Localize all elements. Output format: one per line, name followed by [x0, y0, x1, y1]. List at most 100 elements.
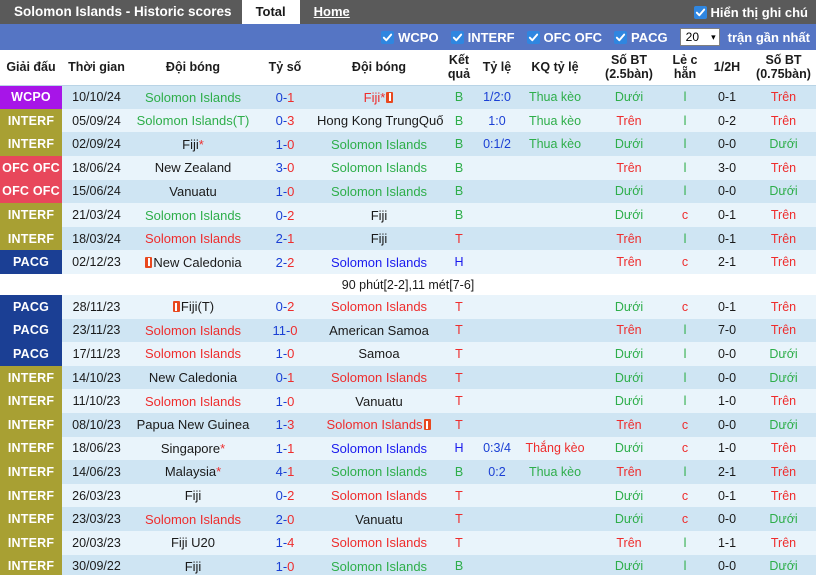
ofc-checkbox[interactable]	[526, 30, 540, 44]
league-badge[interactable]: INTERF	[0, 132, 62, 157]
filter-wcpo[interactable]: WCPO	[381, 30, 439, 45]
away-team[interactable]: Fiji	[315, 226, 443, 251]
league-badge[interactable]: INTERF	[0, 507, 62, 531]
away-team[interactable]: Solomon Islands	[315, 179, 443, 204]
table-row[interactable]: PACG 17/11/23 Solomon Islands 1-0 Samoa T Dưới…	[0, 342, 816, 366]
table-row[interactable]: INTERF 18/03/24 Solomon Islands 2-1 Fiji T Trê…	[0, 226, 816, 251]
away-team[interactable]: Solomon Islands	[315, 436, 443, 461]
league-badge[interactable]: INTERF	[0, 530, 62, 555]
table-row[interactable]: INTERF 20/03/23 Fiji U20 1-4 Solomon Islands…	[0, 530, 816, 555]
table-row[interactable]: INTERF 23/03/23 Solomon Islands 2-0 Vanuatu T…	[0, 507, 816, 531]
home-team[interactable]: Solomon Islands(T)	[131, 108, 255, 133]
home-team[interactable]: Solomon Islands	[131, 85, 255, 109]
league-badge[interactable]: INTERF	[0, 108, 62, 133]
table-row[interactable]: INTERF 11/10/23 Solomon Islands 1-0 Vanuatu T…	[0, 389, 816, 413]
filter-pacg[interactable]: PACG	[614, 30, 668, 45]
away-team[interactable]: Solomon Islands	[315, 412, 443, 437]
away-team[interactable]: American Samoa	[315, 318, 443, 343]
home-team[interactable]: Vanuatu	[131, 179, 255, 204]
table-row[interactable]: OFC OFC 15/06/24 Vanuatu 1-0 Solomon Islands…	[0, 179, 816, 204]
league-badge[interactable]: WCPO	[0, 85, 62, 109]
pacg-checkbox[interactable]	[614, 30, 628, 44]
table-row[interactable]: INTERF 14/06/23 Malaysia* 4-1 Solomon Island…	[0, 460, 816, 484]
away-team[interactable]: Solomon Islands	[315, 132, 443, 157]
col-away-team[interactable]: Đội bóng	[315, 50, 443, 86]
table-row[interactable]: INTERF 21/03/24 Solomon Islands 0-2 Fiji B Dướ…	[0, 203, 816, 227]
league-badge[interactable]: INTERF	[0, 460, 62, 484]
home-team[interactable]: Fiji*	[131, 132, 255, 157]
away-team[interactable]: Solomon Islands	[315, 530, 443, 555]
away-team[interactable]: Solomon Islands	[315, 156, 443, 180]
table-row[interactable]: INTERF 02/09/24 Fiji* 1-0 Solomon Islands B 0:…	[0, 132, 816, 157]
match-count-select[interactable]: 20 ▾	[679, 28, 720, 46]
filter-interf[interactable]: INTERF	[450, 30, 515, 45]
home-team[interactable]: Solomon Islands	[131, 203, 255, 227]
league-badge[interactable]: INTERF	[0, 226, 62, 251]
league-badge[interactable]: PACG	[0, 295, 62, 319]
away-team[interactable]: Solomon Islands	[315, 250, 443, 274]
col-result[interactable]: Kết quả	[443, 50, 475, 86]
col-home-team[interactable]: Đội bóng	[131, 50, 255, 86]
home-team[interactable]: Solomon Islands	[131, 342, 255, 366]
home-team[interactable]: New Zealand	[131, 156, 255, 180]
home-team[interactable]: Malaysia*	[131, 460, 255, 484]
table-row[interactable]: INTERF 08/10/23 Papua New Guinea 1-3 Solomon…	[0, 412, 816, 437]
wcpo-checkbox[interactable]	[381, 30, 395, 44]
away-team[interactable]: Fiji*	[315, 85, 443, 109]
league-badge[interactable]: INTERF	[0, 365, 62, 390]
league-badge[interactable]: INTERF	[0, 554, 62, 575]
col-handicap-result[interactable]: KQ tỷ lệ	[519, 50, 591, 86]
col-odd-even[interactable]: Lẻ c hẵn	[667, 50, 703, 86]
show-notes-checkbox[interactable]	[693, 5, 707, 19]
col-ou-25[interactable]: Số BT (2.5bàn)	[591, 50, 667, 86]
home-team[interactable]: Fiji	[131, 554, 255, 575]
league-badge[interactable]: PACG	[0, 318, 62, 343]
league-badge[interactable]: PACG	[0, 250, 62, 274]
table-row[interactable]: PACG 28/11/23 Fiji(T) 0-2 Solomon Islands T Dư…	[0, 295, 816, 319]
home-team[interactable]: New Caledonia	[131, 250, 255, 274]
col-ou-075[interactable]: Số BT (0.75bàn)	[751, 50, 816, 86]
league-badge[interactable]: INTERF	[0, 412, 62, 437]
home-team[interactable]: Fiji	[131, 483, 255, 508]
col-handicap[interactable]: Tỷ lệ	[475, 50, 519, 86]
table-row[interactable]: PACG 02/12/23 New Caledonia 2-2 Solomon Isla…	[0, 250, 816, 274]
col-half-time[interactable]: 1/2H	[703, 50, 751, 86]
home-team[interactable]: Papua New Guinea	[131, 412, 255, 437]
league-badge[interactable]: OFC OFC	[0, 179, 62, 204]
away-team[interactable]: Hong Kong TrungQuốc*	[315, 108, 443, 133]
league-badge[interactable]: OFC OFC	[0, 156, 62, 180]
home-team[interactable]: Solomon Islands	[131, 318, 255, 343]
away-team[interactable]: Fiji	[315, 203, 443, 227]
col-time[interactable]: Thời gian	[62, 50, 131, 86]
home-team[interactable]: Fiji(T)	[131, 295, 255, 319]
away-team[interactable]: Solomon Islands	[315, 295, 443, 319]
table-row[interactable]: INTERF 14/10/23 New Caledonia 0-1 Solomon Is…	[0, 365, 816, 390]
home-team[interactable]: New Caledonia	[131, 365, 255, 390]
away-team[interactable]: Vanuatu	[315, 507, 443, 531]
tab-home[interactable]: Home	[300, 0, 364, 24]
league-badge[interactable]: INTERF	[0, 483, 62, 508]
table-row[interactable]: OFC OFC 18/06/24 New Zealand 3-0 Solomon Isl…	[0, 156, 816, 180]
home-team[interactable]: Fiji U20	[131, 530, 255, 555]
away-team[interactable]: Solomon Islands	[315, 554, 443, 575]
table-row[interactable]: INTERF 05/09/24 Solomon Islands(T) 0-3 Hong …	[0, 108, 816, 133]
away-team[interactable]: Samoa	[315, 342, 443, 366]
away-team[interactable]: Solomon Islands	[315, 483, 443, 508]
league-badge[interactable]: PACG	[0, 342, 62, 366]
show-notes-control[interactable]: Hiển thị ghi chú	[693, 0, 816, 24]
home-team[interactable]: Solomon Islands	[131, 226, 255, 251]
home-team[interactable]: Singapore*	[131, 436, 255, 461]
col-score[interactable]: Tỷ số	[255, 50, 315, 86]
home-team[interactable]: Solomon Islands	[131, 507, 255, 531]
table-row[interactable]: INTERF 18/06/23 Singapore* 1-1 Solomon Islan…	[0, 436, 816, 461]
tab-total[interactable]: Total	[241, 0, 300, 24]
table-row[interactable]: PACG 23/11/23 Solomon Islands 11-0 American …	[0, 318, 816, 343]
home-team[interactable]: Solomon Islands	[131, 389, 255, 413]
table-row[interactable]: INTERF 26/03/23 Fiji 0-2 Solomon Islands T Dướ…	[0, 483, 816, 508]
away-team[interactable]: Solomon Islands	[315, 460, 443, 484]
league-badge[interactable]: INTERF	[0, 389, 62, 413]
interf-checkbox[interactable]	[450, 30, 464, 44]
away-team[interactable]: Solomon Islands	[315, 365, 443, 390]
league-badge[interactable]: INTERF	[0, 203, 62, 227]
league-badge[interactable]: INTERF	[0, 436, 62, 461]
